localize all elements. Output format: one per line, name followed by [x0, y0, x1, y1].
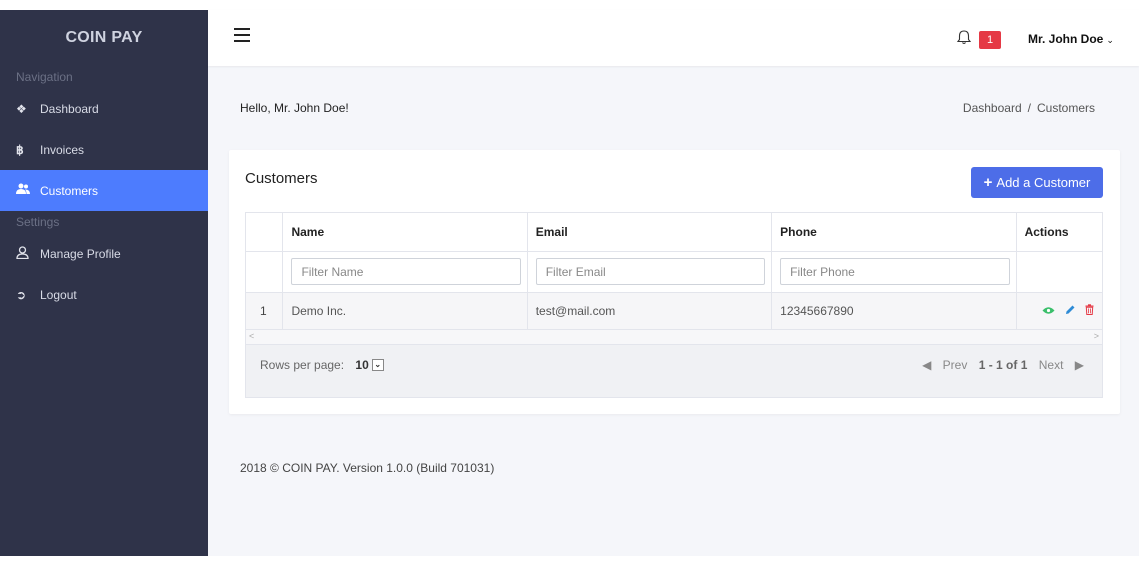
- sidebar: COIN PAY Navigation ❖ Dashboard ฿ Invoic…: [0, 10, 208, 556]
- sidebar-item-label: Dashboard: [40, 101, 99, 116]
- add-customer-label: Add a Customer: [996, 175, 1091, 190]
- customers-card: Customers + Add a Customer Name Email Ph…: [229, 150, 1120, 414]
- users-icon: [16, 183, 40, 198]
- header-name[interactable]: Name: [282, 213, 528, 252]
- next-arrow-icon[interactable]: ▶: [1075, 358, 1084, 372]
- prev-arrow-icon[interactable]: ◀: [922, 358, 931, 372]
- header-actions: Actions: [1016, 213, 1102, 252]
- rows-per-page: Rows per page: 10 ⌄: [260, 358, 384, 372]
- scroll-right-icon[interactable]: >: [1094, 331, 1099, 341]
- sidebar-item-label: Customers: [40, 183, 99, 198]
- main-content: 1 Mr. John Doe ⌄ Hello, Mr. John Doe! Das…: [208, 10, 1139, 556]
- plus-icon: +: [983, 174, 993, 191]
- sidebar-item-logout[interactable]: ➲ Logout: [0, 274, 208, 315]
- pagination-bar: Rows per page: 10 ⌄ ◀ Prev 1 - 1 of 1 Nex…: [246, 345, 1102, 385]
- pencil-icon[interactable]: [1065, 304, 1076, 318]
- customers-table: Name Email Phone Actions Filter Name Fil…: [246, 213, 1102, 330]
- top-bar: 1 Mr. John Doe ⌄: [208, 10, 1139, 66]
- filter-cell-actions: [1016, 251, 1102, 293]
- app-root: COIN PAY Navigation ❖ Dashboard ฿ Invoic…: [0, 0, 1139, 566]
- prev-button[interactable]: Prev: [943, 358, 968, 372]
- table-row[interactable]: 1 Demo Inc. test@mail.com 12345667890: [246, 292, 1102, 330]
- sidebar-item-label: Manage Profile: [40, 246, 121, 261]
- row-index: 1: [246, 292, 284, 330]
- bell-icon[interactable]: [956, 29, 972, 45]
- filter-cell-email: [527, 251, 773, 293]
- cell-actions: [1016, 292, 1102, 330]
- add-customer-button[interactable]: + Add a Customer: [971, 167, 1103, 198]
- home-icon: ❖: [16, 101, 27, 116]
- bitcoin-icon: ฿: [16, 142, 24, 157]
- sidebar-item-manage-profile[interactable]: Manage Profile: [0, 233, 208, 274]
- notification-badge[interactable]: 1: [979, 31, 1001, 49]
- cell-phone: 12345667890: [771, 292, 1017, 330]
- sidebar-item-label: Invoices: [40, 142, 85, 157]
- filter-phone-input[interactable]: [780, 258, 1010, 285]
- card-title: Customers: [245, 170, 318, 187]
- page-range: 1 - 1 of 1: [978, 357, 1028, 372]
- filter-email-input[interactable]: [535, 258, 766, 285]
- rows-per-page-label: Rows per page:: [260, 357, 345, 372]
- sidebar-item-dashboard[interactable]: ❖ Dashboard: [0, 88, 208, 129]
- cell-email: test@mail.com: [527, 292, 773, 330]
- filter-cell-empty: [246, 251, 284, 293]
- nav-section-settings: Settings: [16, 215, 60, 229]
- nav-section-navigation: Navigation: [16, 70, 73, 84]
- menu-toggle-icon[interactable]: [234, 28, 250, 42]
- rows-per-page-select[interactable]: 10 ⌄: [355, 357, 384, 372]
- trash-icon[interactable]: [1085, 303, 1094, 318]
- user-icon: [16, 245, 40, 262]
- breadcrumb: Dashboard / Customers: [963, 101, 1095, 115]
- header-email[interactable]: Email: [527, 213, 773, 252]
- user-menu[interactable]: Mr. John Doe ⌄: [1028, 32, 1114, 46]
- sidebar-item-invoices[interactable]: ฿ Invoices: [0, 129, 208, 170]
- table-header-row: Name Email Phone Actions: [246, 213, 1102, 252]
- scroll-left-icon[interactable]: <: [249, 331, 254, 341]
- bottom-strip: [0, 556, 1139, 566]
- greeting: Hello, Mr. John Doe!: [240, 101, 349, 115]
- filter-cell-name: [282, 251, 528, 293]
- sidebar-item-label: Logout: [40, 287, 77, 302]
- customers-table-container: Name Email Phone Actions Filter Name Fil…: [245, 212, 1103, 398]
- header-phone[interactable]: Phone: [771, 213, 1017, 252]
- footer-text: 2018 © COIN PAY. Version 1.0.0 (Build 70…: [240, 461, 495, 475]
- rows-per-page-value: 10: [355, 357, 369, 372]
- filter-row: [246, 251, 1102, 293]
- breadcrumb-separator: /: [1027, 101, 1031, 115]
- cell-name: Demo Inc.: [282, 292, 528, 330]
- filter-name-input[interactable]: [291, 258, 521, 285]
- breadcrumb-customers: Customers: [1036, 101, 1095, 115]
- chevron-down-icon: ⌄: [371, 359, 384, 372]
- sidebar-item-customers[interactable]: Customers: [0, 170, 208, 211]
- brand-logo[interactable]: COIN PAY: [0, 10, 208, 66]
- sign-out-icon: ➲: [16, 287, 27, 302]
- eye-icon[interactable]: [1042, 304, 1055, 318]
- next-button[interactable]: Next: [1039, 358, 1064, 372]
- user-name: Mr. John Doe: [1028, 32, 1104, 46]
- chevron-down-icon: ⌄: [1106, 35, 1114, 45]
- page-navigation: ◀ Prev 1 - 1 of 1 Next ▶: [914, 358, 1084, 372]
- top-strip: [0, 0, 1139, 10]
- horizontal-scrollbar[interactable]: < >: [246, 329, 1102, 345]
- filter-cell-phone: [771, 251, 1017, 293]
- breadcrumb-dashboard[interactable]: Dashboard: [963, 101, 1022, 115]
- header-index: [246, 213, 284, 252]
